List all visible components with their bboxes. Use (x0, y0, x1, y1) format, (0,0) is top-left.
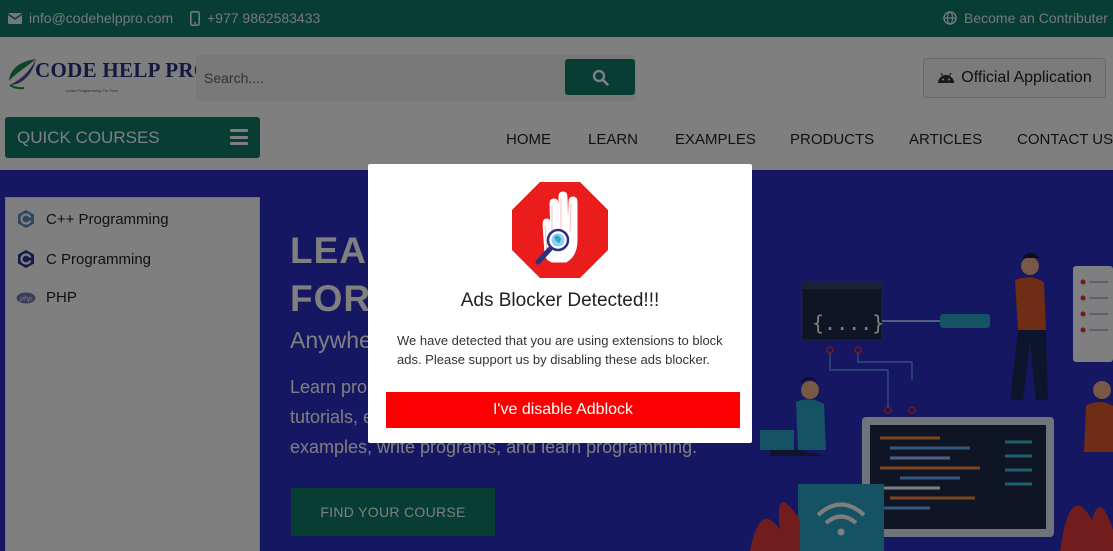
adblock-modal: Ads Blocker Detected!!! We have detected… (368, 164, 752, 443)
disable-adblock-button[interactable]: I've disable Adblock (386, 392, 740, 428)
modal-title: Ads Blocker Detected!!! (460, 290, 660, 311)
stop-hand-icon (512, 182, 608, 278)
modal-message: We have detected that you are using exte… (397, 333, 723, 367)
